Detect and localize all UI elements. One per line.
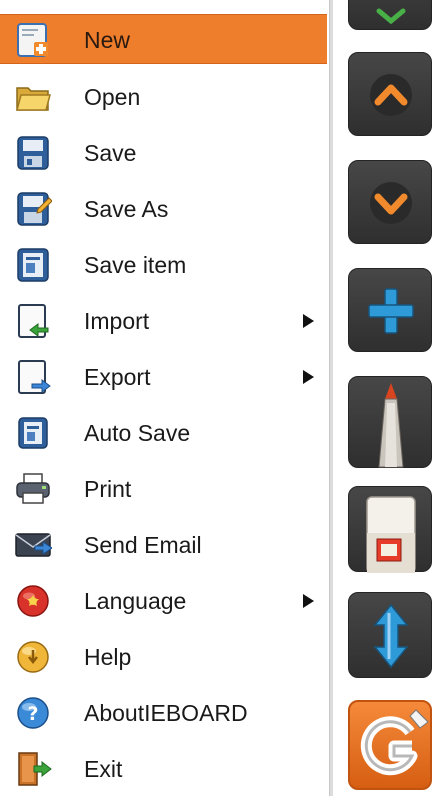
menu-item-auto-save[interactable]: Auto Save — [0, 408, 327, 458]
about-icon: ? — [14, 695, 52, 731]
save-icon — [14, 135, 52, 171]
menu-item-import[interactable]: Import — [0, 296, 327, 346]
printer-icon — [14, 471, 52, 507]
side-toolbar — [334, 0, 444, 796]
menu-item-save[interactable]: Save — [0, 128, 327, 178]
menu-item-language[interactable]: Language — [0, 576, 327, 626]
menu-item-about[interactable]: ? AboutIEBOARD — [0, 688, 327, 738]
menu-item-label: New — [84, 27, 131, 53]
export-icon — [14, 359, 52, 395]
menu-item-label: Import — [84, 308, 150, 334]
save-as-icon — [14, 191, 53, 227]
add-button[interactable] — [348, 268, 432, 352]
menu-item-print[interactable]: Print — [0, 464, 327, 514]
help-icon — [14, 639, 52, 675]
menu-item-label: Exit — [84, 756, 123, 782]
eraser-tool-button[interactable] — [348, 486, 432, 573]
submenu-arrow-icon — [303, 370, 314, 384]
auto-save-icon — [14, 415, 52, 451]
menu-item-label: Export — [84, 364, 151, 390]
menu-item-label: Save As — [84, 196, 169, 222]
save-item-icon — [14, 247, 52, 283]
resize-button[interactable] — [348, 592, 432, 678]
submenu-arrow-icon — [303, 594, 314, 608]
submenu-arrow-icon — [303, 314, 314, 328]
menu-item-label: Help — [84, 644, 132, 670]
pen-tool-button[interactable] — [348, 376, 432, 468]
menu-item-save-item[interactable]: Save item — [0, 240, 327, 290]
toolbar-button-partial[interactable] — [348, 0, 432, 30]
menu-item-help[interactable]: Help — [0, 632, 327, 682]
new-file-icon — [14, 22, 52, 58]
file-menu: New Open Save Save As Save item Import E… — [0, 0, 327, 796]
scroll-down-button[interactable] — [348, 160, 432, 244]
app-menu-button[interactable] — [348, 700, 432, 790]
language-icon — [14, 583, 52, 619]
menu-item-exit[interactable]: Exit — [0, 744, 327, 794]
svg-text:?: ? — [27, 703, 38, 725]
menu-item-label: Auto Save — [84, 420, 191, 446]
scroll-up-button[interactable] — [348, 52, 432, 136]
menu-item-new[interactable]: New — [0, 14, 327, 64]
menu-item-label: Save — [84, 140, 137, 166]
email-icon — [14, 527, 53, 563]
menu-item-label: Print — [84, 476, 132, 502]
menu-item-export[interactable]: Export — [0, 352, 327, 402]
exit-door-icon — [14, 751, 52, 787]
import-icon — [14, 303, 52, 339]
menu-item-label: Language — [84, 588, 187, 614]
menu-item-save-as[interactable]: Save As — [0, 184, 327, 234]
panel-divider — [329, 0, 333, 796]
folder-open-icon — [14, 79, 52, 115]
menu-item-label: AboutIEBOARD — [84, 700, 248, 726]
menu-item-open[interactable]: Open — [0, 72, 327, 122]
menu-item-send-email[interactable]: Send Email — [0, 520, 327, 570]
menu-item-label: Save item — [84, 252, 187, 278]
menu-item-label: Open — [84, 84, 141, 110]
menu-item-label: Send Email — [84, 532, 202, 558]
